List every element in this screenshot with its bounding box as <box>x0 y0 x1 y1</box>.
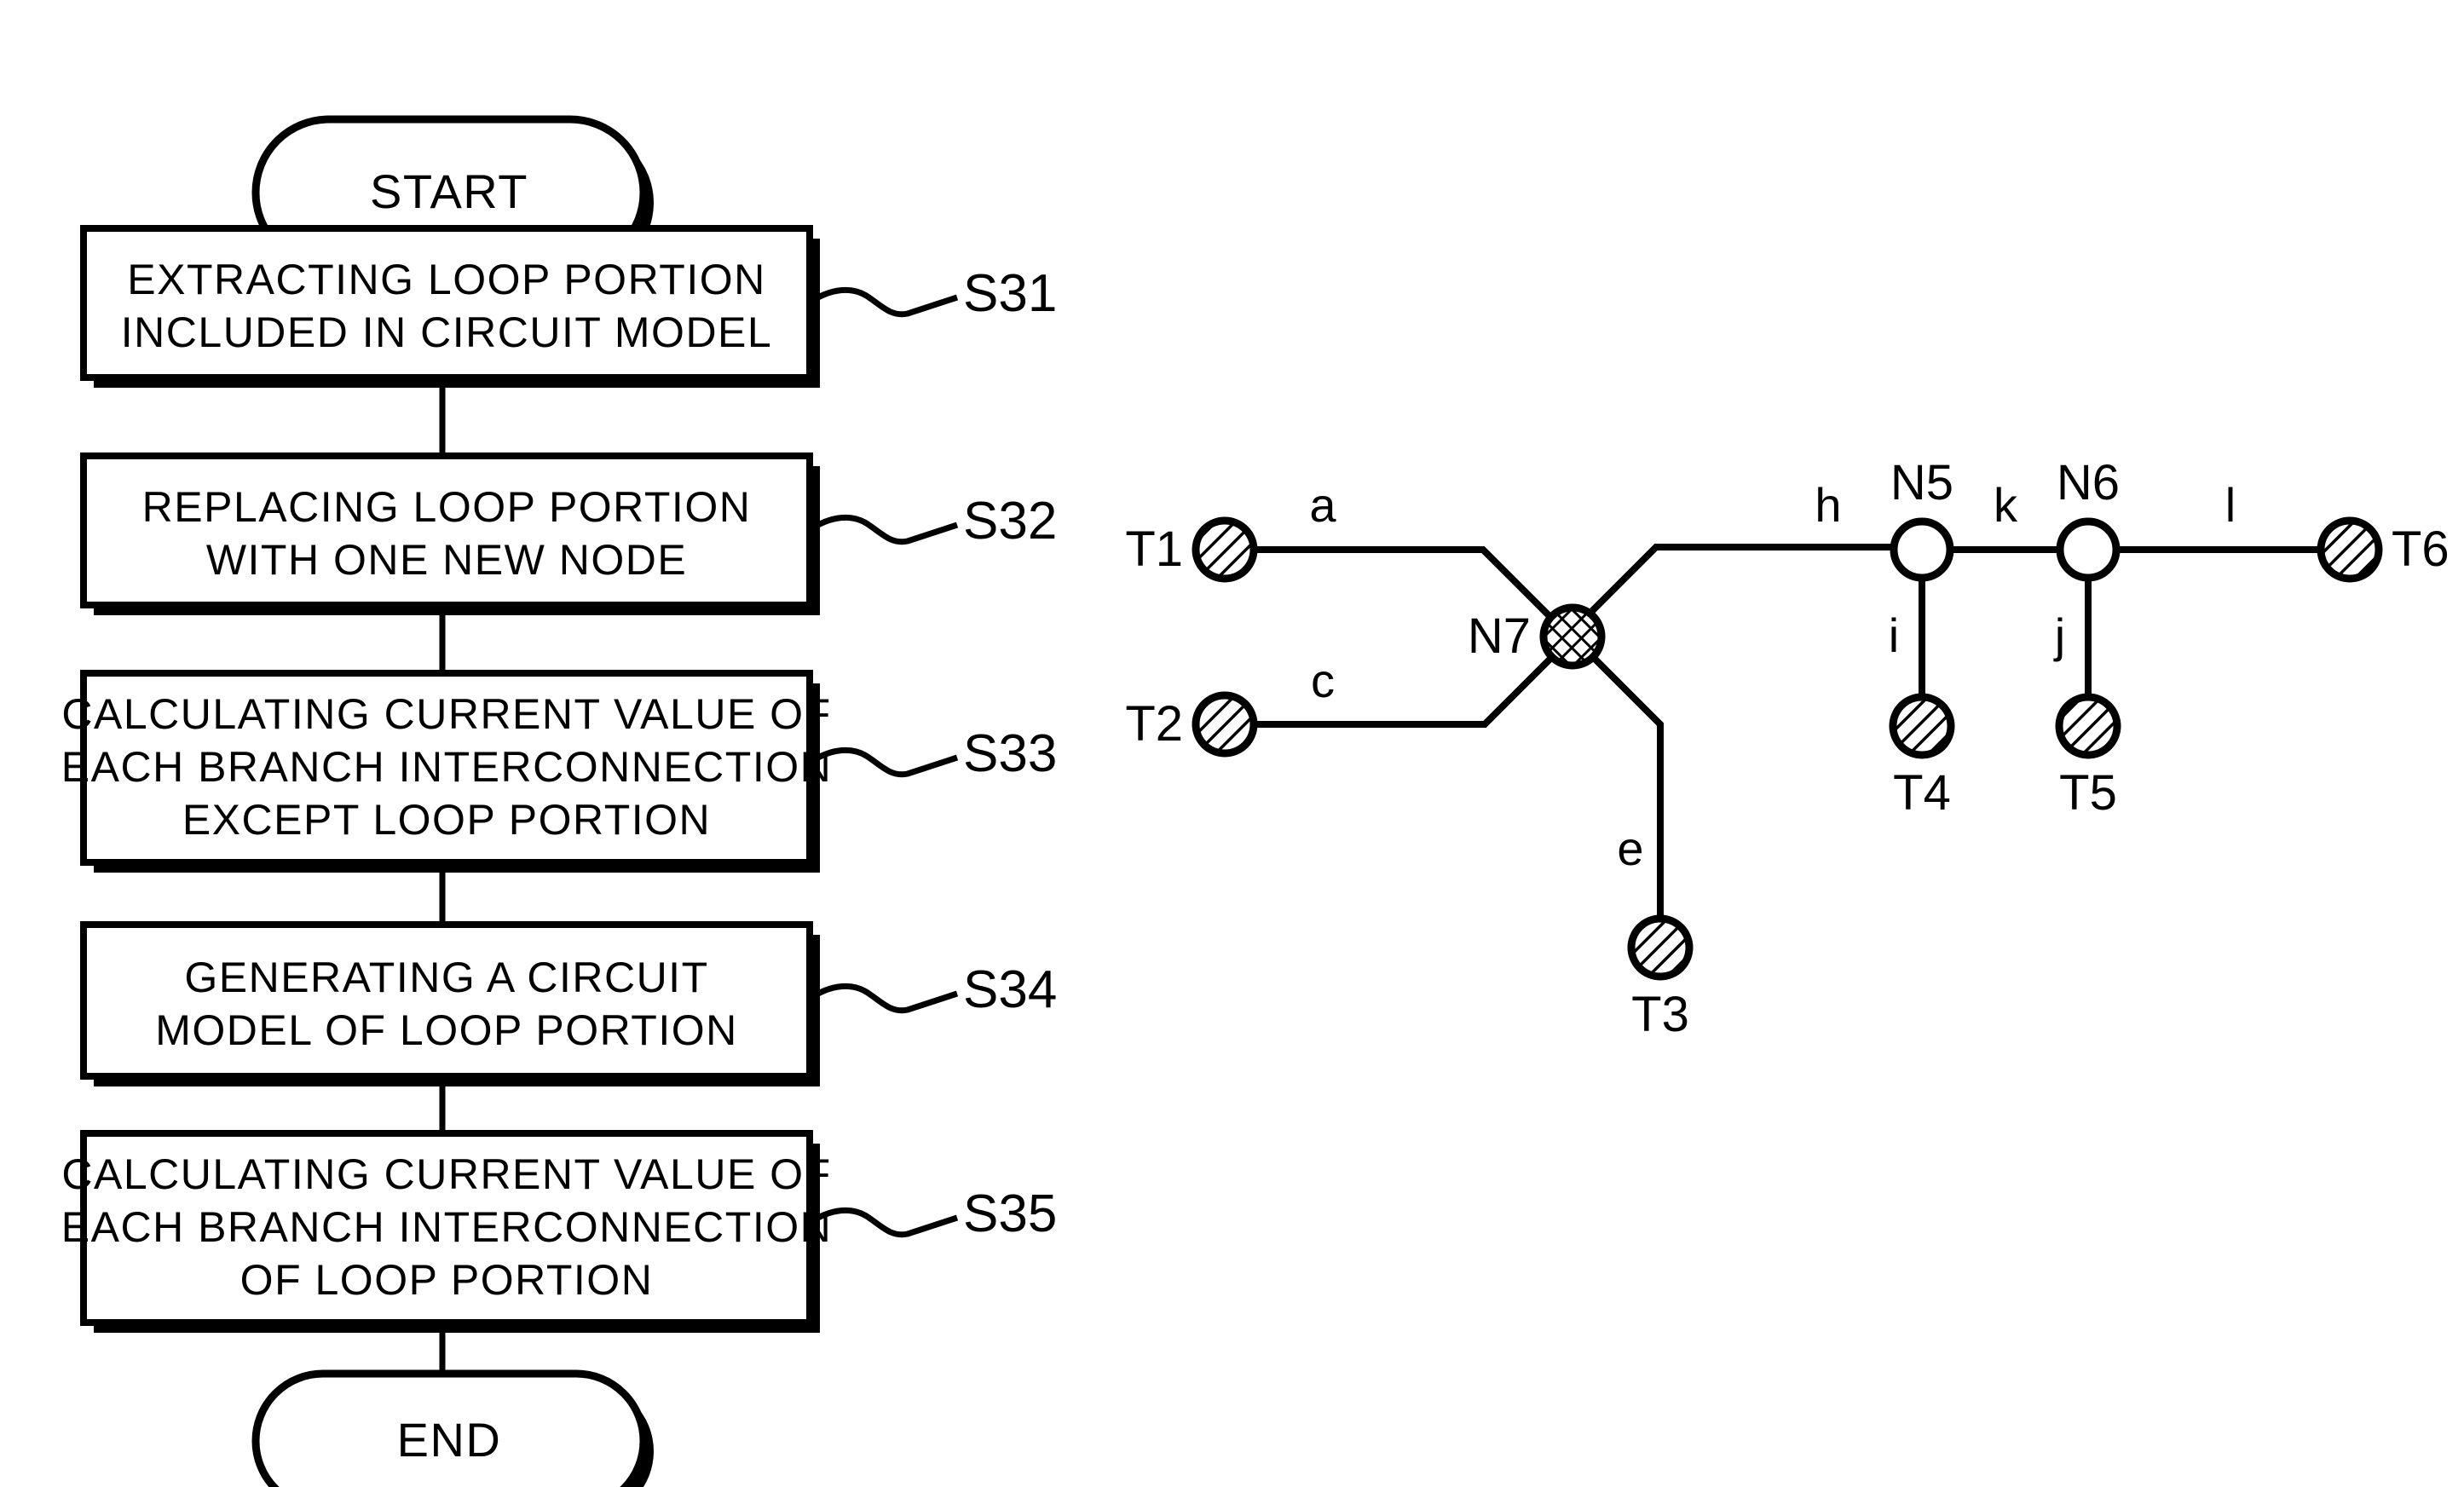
branch-label-h: h <box>1815 478 1841 532</box>
flow-step-s35: CALCULATING CURRENT VALUE OF EACH BRANCH… <box>61 1130 1057 1333</box>
figure-canvas: START EXTRACTING LOOP PORTION INCLUDED I… <box>61 115 2450 1487</box>
end-terminator: END <box>251 1369 654 1487</box>
flow-step-s34-line-2: MODEL OF LOOP PORTION <box>155 1006 737 1054</box>
flow-step-s32-line-2: WITH ONE NEW NODE <box>206 536 687 584</box>
flow-step-s33-line-1: CALCULATING CURRENT VALUE OF <box>61 690 831 738</box>
terminal-t1-label: T1 <box>1125 522 1183 577</box>
branch-label-i: i <box>1889 608 1899 662</box>
branch-wire-e <box>1574 638 1664 919</box>
flow-step-s31: EXTRACTING LOOP PORTION INCLUDED IN CIRC… <box>80 225 1057 388</box>
branch-label-e: e <box>1617 821 1643 875</box>
flow-step-s35-line-1: CALCULATING CURRENT VALUE OF <box>61 1150 831 1198</box>
patent-figure: START EXTRACTING LOOP PORTION INCLUDED I… <box>0 0 2464 1487</box>
node-n6-label: N6 <box>2057 455 2120 510</box>
flow-step-s34-line-1: GENERATING A CIRCUIT <box>184 954 708 1001</box>
terminal-t4-label: T4 <box>1893 765 1951 821</box>
flow-step-s32-line-1: REPLACING LOOP PORTION <box>142 483 752 531</box>
terminal-t4: T4 <box>1889 693 1955 821</box>
flow-step-s35-line-2: EACH BRANCH INTERCONNECTION <box>61 1203 832 1251</box>
terminal-t1: T1 <box>1125 516 1258 583</box>
branch-label-k: k <box>1994 478 2018 532</box>
terminal-t5: T5 <box>2055 693 2121 821</box>
flow-step-s34: GENERATING A CIRCUIT MODEL OF LOOP PORTI… <box>80 921 1057 1086</box>
node-n5: N5 <box>1890 455 1954 582</box>
leader-line-s34 <box>808 983 959 1014</box>
branch-label-a: a <box>1309 478 1336 532</box>
branch-label-j: j <box>2053 608 2065 662</box>
start-terminator-label: START <box>370 164 528 218</box>
terminal-t3: T3 <box>1627 914 1694 1042</box>
node-n7-label: N7 <box>1468 608 1531 664</box>
step-label-s34: S34 <box>963 960 1057 1019</box>
flow-step-s33-line-3: EXCEPT LOOP PORTION <box>182 796 711 844</box>
terminal-t6-label: T6 <box>2392 522 2450 577</box>
flow-step-s33: CALCULATING CURRENT VALUE OF EACH BRANCH… <box>61 670 1057 873</box>
branch-label-l: l <box>2225 478 2236 532</box>
step-label-s32: S32 <box>963 492 1057 550</box>
terminal-t2: T2 <box>1125 691 1258 758</box>
terminal-t5-label: T5 <box>2059 765 2117 821</box>
flow-step-s32: REPLACING LOOP PORTION WITH ONE NEW NODE… <box>80 452 1057 615</box>
circuit-graph: T1 T2 T3 T4 T5 T6 N5 N6 N7 a c e h i j k… <box>1125 455 2449 1042</box>
end-terminator-label: END <box>397 1413 502 1467</box>
branch-label-c: c <box>1311 654 1335 707</box>
flow-step-s31-line-1: EXTRACTING LOOP PORTION <box>127 256 765 303</box>
flow-step-s33-line-2: EACH BRANCH INTERCONNECTION <box>61 743 832 791</box>
terminal-t6: T6 <box>2317 516 2450 583</box>
branch-wire-h <box>1570 544 1894 633</box>
node-n6: N6 <box>2056 455 2121 582</box>
flow-step-s35-line-3: OF LOOP PORTION <box>240 1256 654 1304</box>
step-label-s33: S33 <box>963 724 1057 783</box>
leader-line-s32 <box>808 514 959 545</box>
node-n5-label: N5 <box>1890 455 1953 510</box>
terminal-t3-label: T3 <box>1631 987 1689 1042</box>
terminal-t2-label: T2 <box>1125 696 1183 752</box>
node-n7: N7 <box>1468 603 1606 670</box>
leader-line-s31 <box>808 286 959 318</box>
flow-step-s31-line-2: INCLUDED IN CIRCUIT MODEL <box>121 308 772 356</box>
step-label-s31: S31 <box>963 264 1057 323</box>
step-label-s35: S35 <box>963 1184 1057 1243</box>
